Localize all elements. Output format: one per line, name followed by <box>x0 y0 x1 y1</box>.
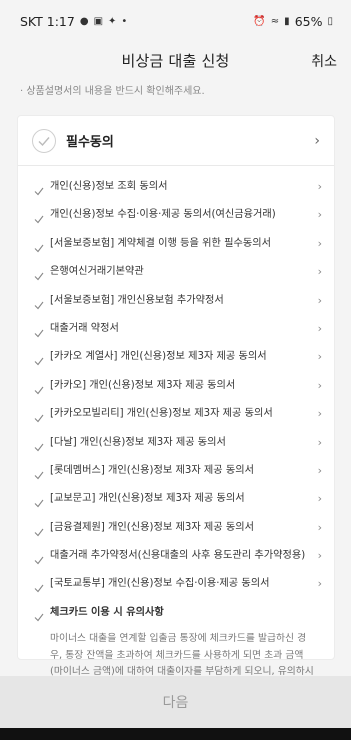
battery-icon: ▯ <box>327 15 333 27</box>
chevron-right-icon[interactable]: › <box>310 491 322 507</box>
check-icon[interactable] <box>34 437 50 456</box>
bottom-action-bar: 다음 <box>0 676 351 728</box>
agreement-item[interactable]: [다날] 개인(신용)정보 제3자 제공 동의서 › <box>18 435 334 456</box>
dot-icon: • <box>121 15 128 27</box>
agreement-item[interactable]: [카카오 계열사] 개인(신용)정보 제3자 제공 동의서 › <box>18 349 334 370</box>
check-icon[interactable] <box>34 181 50 200</box>
chevron-right-icon[interactable]: › <box>310 378 322 394</box>
agreement-item-label: [금융결제원] 개인(신용)정보 제3자 제공 동의서 <box>50 521 255 533</box>
agreement-item[interactable]: [카카오] 개인(신용)정보 제3자 제공 동의서 › <box>18 378 334 399</box>
check-icon[interactable] <box>34 493 50 512</box>
agreement-item[interactable]: 대출거래 약정서 › <box>18 321 334 342</box>
agreement-item[interactable]: 은행여신거래기본약관 › <box>18 264 334 285</box>
agreement-item[interactable]: 대출거래 추가약정서(신용대출의 사후 용도관리 추가약정용) › <box>18 548 334 569</box>
check-card-notice-title: 체크카드 이용 시 유의사항 <box>50 606 164 618</box>
chevron-right-icon[interactable]: › <box>310 349 322 365</box>
agreement-item[interactable]: [카카오모빌리티] 개인(신용)정보 제3자 제공 동의서 › <box>18 406 334 427</box>
check-icon[interactable] <box>34 238 50 257</box>
agreement-item-label: [서울보증보험] 개인신용보험 추가약정서 <box>50 294 224 306</box>
agreement-item-label: [교보문고] 개인(신용)정보 제3자 제공 동의서 <box>50 493 245 505</box>
chevron-right-icon[interactable]: › <box>310 576 322 592</box>
check-card-notice-row: 체크카드 이용 시 유의사항 <box>18 605 334 626</box>
agreement-item[interactable]: [서울보증보험] 계약체결 이행 등을 위한 필수동의서 › <box>18 236 334 257</box>
agreement-item-label: [다날] 개인(신용)정보 제3자 제공 동의서 <box>50 436 226 448</box>
check-icon[interactable] <box>34 578 50 597</box>
chevron-right-icon[interactable]: › <box>310 548 322 564</box>
system-nav-bar <box>0 728 351 740</box>
check-icon[interactable] <box>34 209 50 228</box>
bird-icon: ✦ <box>108 15 117 27</box>
agreement-item-label: [국토교통부] 개인(신용)정보 수집·이용·제공 동의서 <box>50 578 270 590</box>
agreement-card: 필수동의 › 개인(신용)정보 조회 동의서 › 개인(신용)정보 수집·이용·… <box>17 115 335 694</box>
agree-all-checkbox[interactable] <box>32 128 56 153</box>
status-right: ⏰ ≈ ▮ 65% ▯ <box>253 14 333 29</box>
signal-icon: ▮ <box>284 15 290 27</box>
agreement-item-label: [카카오모빌리티] 개인(신용)정보 제3자 제공 동의서 <box>50 408 273 420</box>
agree-all-label: 필수동의 <box>66 135 114 150</box>
check-icon[interactable] <box>34 351 50 370</box>
check-icon[interactable] <box>34 522 50 541</box>
agreement-item[interactable]: [금융결제원] 개인(신용)정보 제3자 제공 동의서 › <box>18 520 334 541</box>
wifi-icon: ≈ <box>270 15 280 27</box>
check-icon <box>34 607 50 626</box>
chevron-right-icon[interactable]: › <box>314 133 320 149</box>
chevron-right-icon[interactable]: › <box>310 520 322 536</box>
agreement-item[interactable]: [서울보증보험] 개인신용보험 추가약정서 › <box>18 293 334 314</box>
chevron-right-icon[interactable]: › <box>310 207 322 223</box>
agreement-item-label: 대출거래 추가약정서(신용대출의 사후 용도관리 추가약정용) <box>50 550 306 562</box>
check-icon[interactable] <box>34 323 50 342</box>
page-title: 비상금 대출 신청 <box>121 51 230 70</box>
chevron-right-icon[interactable]: › <box>310 406 322 422</box>
chevron-right-icon[interactable]: › <box>310 293 322 309</box>
chevron-right-icon[interactable]: › <box>310 264 322 280</box>
agreement-item-label: [카카오 계열사] 개인(신용)정보 제3자 제공 동의서 <box>50 351 267 363</box>
carrier-time: SKT 1:17 <box>20 13 75 29</box>
check-icon[interactable] <box>34 380 50 399</box>
chevron-right-icon[interactable]: › <box>310 435 322 451</box>
notice-text: · 상품설명서의 내용을 반드시 확인해주세요. <box>20 86 205 97</box>
agreement-item-label: [카카오] 개인(신용)정보 제3자 제공 동의서 <box>50 379 236 391</box>
agreement-list: 개인(신용)정보 조회 동의서 › 개인(신용)정보 수집·이용·제공 동의서(… <box>18 179 334 697</box>
check-icon <box>38 136 50 146</box>
chevron-right-icon[interactable]: › <box>310 321 322 337</box>
agreement-item-label: [서울보증보험] 계약체결 이행 등을 위한 필수동의서 <box>50 237 271 249</box>
agreement-item[interactable]: [교보문고] 개인(신용)정보 제3자 제공 동의서 › <box>18 491 334 512</box>
chevron-right-icon[interactable]: › <box>310 179 322 195</box>
status-bar: SKT 1:17 ● ▣ ✦ • ⏰ ≈ ▮ 65% ▯ <box>0 0 351 42</box>
header: 비상금 대출 신청 취소 <box>0 42 351 78</box>
agreement-item[interactable]: [국토교통부] 개인(신용)정보 수집·이용·제공 동의서 › <box>18 576 334 597</box>
check-icon[interactable] <box>34 465 50 484</box>
agreement-item-label: [롯데멤버스] 개인(신용)정보 제3자 제공 동의서 <box>50 464 255 476</box>
status-left: SKT 1:17 ● ▣ ✦ • <box>20 14 253 29</box>
check-icon[interactable] <box>34 550 50 569</box>
check-icon[interactable] <box>34 266 50 285</box>
battery-percent: 65% <box>294 13 323 29</box>
agreement-item[interactable]: 개인(신용)정보 수집·이용·제공 동의서(여신금융거래) › <box>18 207 334 228</box>
cancel-button[interactable]: 취소 <box>311 51 337 71</box>
alarm-icon: ⏰ <box>253 15 266 27</box>
agreement-item[interactable]: 개인(신용)정보 조회 동의서 › <box>18 179 334 200</box>
chat-icon: ● <box>79 15 89 27</box>
check-icon[interactable] <box>34 295 50 314</box>
chevron-right-icon[interactable]: › <box>310 463 322 479</box>
agreement-item-label: 개인(신용)정보 조회 동의서 <box>50 181 168 192</box>
gallery-icon: ▣ <box>93 15 104 27</box>
chevron-right-icon[interactable]: › <box>310 236 322 252</box>
next-button[interactable]: 다음 <box>163 692 189 712</box>
agreement-item-label: 은행여신거래기본약관 <box>50 266 144 278</box>
agreement-item-label: 대출거래 약정서 <box>50 322 119 334</box>
agree-all-row[interactable]: 필수동의 › <box>18 116 334 166</box>
agreement-item[interactable]: [롯데멤버스] 개인(신용)정보 제3자 제공 동의서 › <box>18 463 334 484</box>
check-icon[interactable] <box>34 408 50 427</box>
agreement-item-label: 개인(신용)정보 수집·이용·제공 동의서(여신금융거래) <box>50 209 276 221</box>
